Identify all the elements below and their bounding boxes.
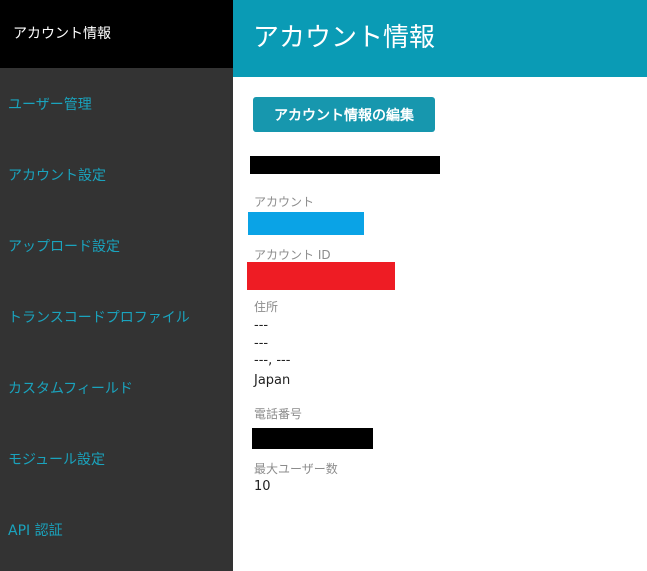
sidebar-item-label: カスタムフィールド: [8, 381, 133, 397]
sidebar-item-label: モジュール設定: [8, 452, 106, 468]
address-line: ---, ---: [254, 353, 291, 368]
sidebar-item-label: ユーザー管理: [8, 97, 92, 113]
sidebar-item-label: トランスコードプロファイル: [8, 310, 190, 326]
address-line: ---: [254, 336, 269, 351]
redacted-phone-value: [252, 428, 373, 449]
phone-label: 電話番号: [254, 407, 303, 421]
account-id-label: アカウント ID: [254, 248, 331, 262]
sidebar-item-transcode-profile[interactable]: トランスコードプロファイル: [0, 296, 233, 336]
sidebar-item-label: アップロード設定: [8, 239, 120, 255]
address-label: 住所: [254, 300, 279, 314]
redacted-account-value: [248, 212, 364, 235]
account-label: アカウント: [254, 195, 315, 209]
sidebar-item-account-settings[interactable]: アカウント設定: [0, 154, 233, 194]
redacted-account-id-value: [247, 262, 395, 290]
sidebar-item-label: API 認証: [8, 523, 63, 539]
sidebar-item-account-info[interactable]: アカウント情報: [0, 0, 233, 68]
page-title: アカウント情報: [253, 23, 436, 53]
sidebar-item-user-management[interactable]: ユーザー管理: [0, 83, 233, 123]
edit-account-info-button[interactable]: アカウント情報の編集: [253, 97, 435, 132]
sidebar: アカウント情報 ユーザー管理 アカウント設定 アップロード設定 トランスコードプ…: [0, 0, 233, 571]
sidebar-item-label: アカウント設定: [8, 168, 106, 184]
sidebar-item-module-settings[interactable]: モジュール設定: [0, 438, 233, 478]
sidebar-item-upload-settings[interactable]: アップロード設定: [0, 225, 233, 265]
sidebar-item-custom-fields[interactable]: カスタムフィールド: [0, 367, 233, 407]
max-users-label: 最大ユーザー数: [254, 462, 338, 476]
address-country: Japan: [254, 373, 291, 388]
app-window: アカウント情報 ユーザー管理 アカウント設定 アップロード設定 トランスコードプ…: [0, 0, 647, 571]
sidebar-item-label: アカウント情報: [13, 26, 111, 42]
redacted-account-name: [250, 156, 440, 174]
page-header: アカウント情報: [233, 0, 647, 77]
address-line: ---: [254, 318, 269, 333]
sidebar-item-api-auth[interactable]: API 認証: [0, 509, 233, 549]
max-users-value: 10: [254, 479, 271, 494]
